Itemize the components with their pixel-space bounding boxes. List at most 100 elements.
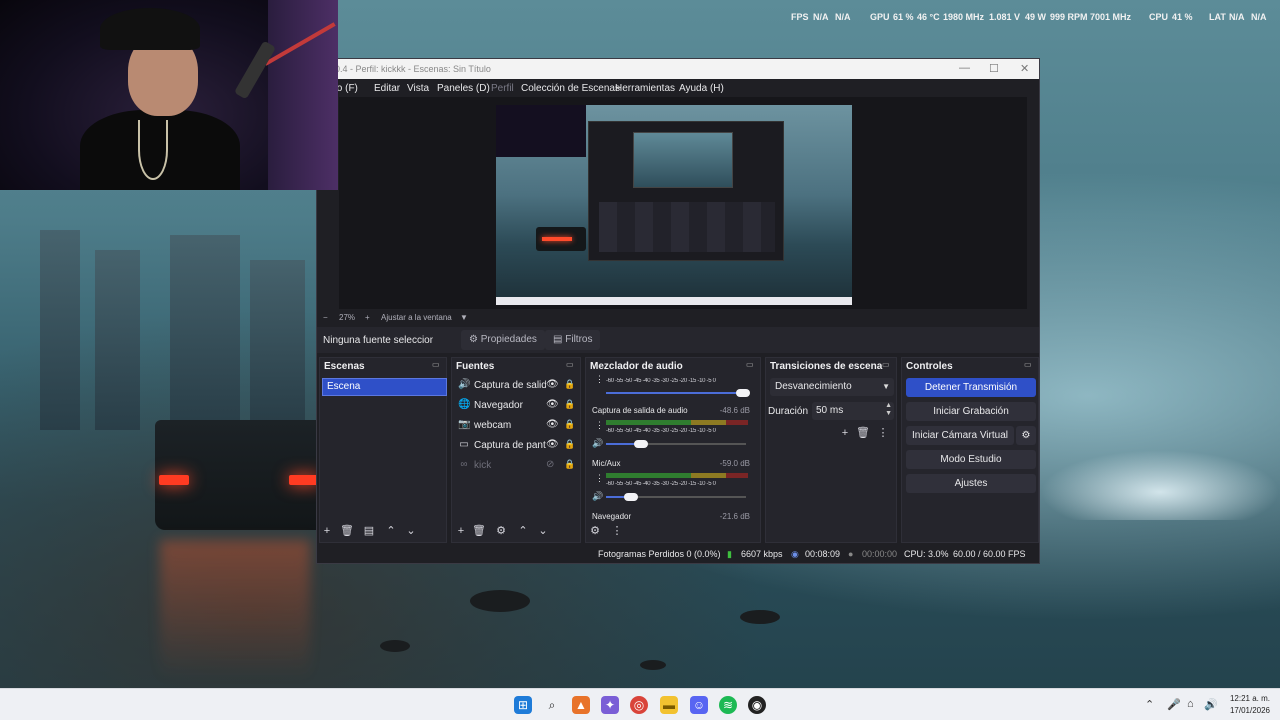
source-item[interactable]: 🌐 Navegador 👁 🔒 bbox=[456, 398, 582, 414]
kebab-icon[interactable]: ⋮ bbox=[595, 420, 604, 431]
undock-icon[interactable]: ▭ bbox=[432, 360, 442, 370]
move-down-icon[interactable]: ⌄ bbox=[536, 524, 550, 538]
duration-field[interactable]: 50 ms ▲ ▼ bbox=[812, 402, 894, 420]
start-icon[interactable]: ⊞ bbox=[514, 696, 532, 714]
search-icon[interactable]: ⌕ bbox=[543, 696, 561, 714]
chevron-up-icon[interactable]: ⌃ bbox=[1145, 698, 1154, 711]
spotify-icon[interactable]: ≋ bbox=[719, 696, 737, 714]
kebab-icon[interactable]: ⋮ bbox=[595, 473, 604, 484]
trash-icon[interactable]: 🗑 bbox=[472, 524, 486, 538]
source-item[interactable]: 📷 webcam 👁 🔒 bbox=[456, 418, 582, 434]
trash-icon[interactable]: 🗑 bbox=[340, 524, 354, 538]
speaker-icon[interactable]: 🔊 bbox=[592, 438, 603, 449]
volume-icon[interactable]: 🔊 bbox=[1204, 698, 1218, 711]
zoom-out-button[interactable]: − bbox=[323, 313, 328, 322]
undock-icon[interactable]: ▭ bbox=[1024, 360, 1034, 370]
zoom-dropdown-icon[interactable]: ▼ bbox=[460, 313, 468, 322]
background-rock bbox=[470, 590, 530, 612]
start-recording-button[interactable]: Iniciar Grabación bbox=[906, 402, 1036, 421]
properties-button[interactable]: ⚙ Propiedades bbox=[461, 330, 545, 350]
microphone-icon[interactable]: 🎤 bbox=[1167, 698, 1181, 711]
eye-icon[interactable]: 👁 bbox=[546, 439, 559, 450]
add-source-button[interactable]: + bbox=[454, 524, 468, 538]
fps-value: N/A bbox=[813, 12, 829, 22]
lock-icon[interactable]: 🔒 bbox=[564, 399, 575, 410]
close-button[interactable]: ✕ bbox=[1020, 62, 1029, 75]
studio-mode-button[interactable]: Modo Estudio bbox=[906, 450, 1036, 469]
lock-icon[interactable]: 🔒 bbox=[564, 439, 575, 450]
obs-icon[interactable]: ◉ bbox=[748, 696, 766, 714]
virtual-camera-settings-button[interactable]: ⚙ bbox=[1016, 426, 1036, 445]
menu-edit[interactable]: Editar bbox=[374, 83, 400, 94]
zoom-in-button[interactable]: + bbox=[365, 313, 370, 322]
kebab-icon[interactable]: ⋮ bbox=[595, 374, 604, 385]
cpu-percent: 41 % bbox=[1172, 12, 1193, 22]
source-item[interactable]: ∞ kick ⊘ 🔒 bbox=[456, 458, 582, 474]
folder-icon[interactable]: ▬ bbox=[660, 696, 678, 714]
transition-select[interactable]: Desvanecimiento ▼ bbox=[770, 378, 894, 396]
add-transition-button[interactable]: + bbox=[838, 426, 852, 440]
scenes-dock: Escenas ▭ Escena + 🗑 ▤ ⌃ ⌄ bbox=[319, 357, 447, 543]
volume-slider[interactable] bbox=[606, 440, 746, 448]
chrome-icon[interactable]: ◎ bbox=[630, 696, 648, 714]
menu-tools[interactable]: Herramientas bbox=[615, 83, 675, 94]
move-down-icon[interactable]: ⌄ bbox=[404, 524, 418, 538]
gpu-percent: 61 % bbox=[893, 12, 914, 22]
move-up-icon[interactable]: ⌃ bbox=[516, 524, 530, 538]
source-item[interactable]: ▭ Captura de pantalla 👁 🔒 bbox=[456, 438, 582, 454]
settings-button[interactable]: Ajustes bbox=[906, 474, 1036, 493]
cpu-label: CPU bbox=[1149, 12, 1169, 22]
spinner-icon[interactable]: ▲ ▼ bbox=[885, 402, 892, 418]
menu-view[interactable]: Vista bbox=[407, 83, 429, 94]
title-bar[interactable]: OBS 32.0.4 - Perfil: kickkk - Escenas: S… bbox=[301, 59, 1039, 79]
undock-icon[interactable]: ▭ bbox=[882, 360, 892, 370]
minimize-button[interactable]: — bbox=[959, 62, 970, 74]
preview-taskbar bbox=[496, 297, 852, 305]
source-name: Captura de salida de audio bbox=[474, 380, 546, 391]
eye-icon[interactable]: 👁 bbox=[546, 379, 559, 390]
zoom-fit-label[interactable]: Ajustar a la ventana bbox=[381, 313, 452, 322]
volume-slider[interactable] bbox=[606, 493, 746, 501]
background-building bbox=[95, 250, 140, 430]
copilot-icon[interactable]: ✦ bbox=[601, 696, 619, 714]
move-up-icon[interactable]: ⌃ bbox=[384, 524, 398, 538]
gear-icon[interactable]: ⚙ bbox=[494, 524, 508, 538]
filters-button[interactable]: ▤ Filtros bbox=[545, 330, 601, 350]
add-scene-button[interactable]: + bbox=[320, 524, 334, 538]
menu-scene-collection[interactable]: Colección de Escenas bbox=[521, 83, 620, 94]
channel-db: -48.6 dB bbox=[719, 406, 750, 415]
preview-area[interactable] bbox=[339, 97, 1027, 309]
lock-icon[interactable]: 🔒 bbox=[564, 459, 575, 470]
menu-docks[interactable]: Paneles (D) bbox=[437, 83, 490, 94]
eye-icon[interactable]: 👁 bbox=[546, 399, 559, 410]
app-icon[interactable]: ▲ bbox=[572, 696, 590, 714]
undock-icon[interactable]: ▭ bbox=[746, 360, 756, 370]
sources-title: Fuentes bbox=[456, 361, 495, 372]
network-icon[interactable]: ⌂ bbox=[1187, 698, 1194, 710]
menu-profile[interactable]: Perfil bbox=[491, 83, 514, 94]
no-source-label: Ninguna fuente seleccionada bbox=[323, 335, 433, 346]
gpu-label: GPU bbox=[870, 12, 890, 22]
menu-help[interactable]: Ayuda (H) bbox=[679, 83, 724, 94]
stop-streaming-button[interactable]: Detener Transmisión bbox=[906, 378, 1036, 397]
stream-preview[interactable] bbox=[496, 105, 852, 305]
dropped-frames: Fotogramas Perdidos 0 (0.0%) bbox=[598, 549, 721, 559]
advanced-audio-icon[interactable]: ⚙ bbox=[588, 524, 602, 538]
speaker-icon[interactable]: 🔊 bbox=[592, 491, 603, 502]
scene-item[interactable]: Escena bbox=[322, 378, 447, 396]
eye-icon[interactable]: 👁 bbox=[546, 419, 559, 430]
eye-hidden-icon[interactable]: ⊘ bbox=[546, 459, 554, 470]
source-item[interactable]: 🔊 Captura de salida de audio 👁 🔒 bbox=[456, 378, 582, 394]
undock-icon[interactable]: ▭ bbox=[566, 360, 576, 370]
trash-icon[interactable]: 🗑 bbox=[856, 426, 870, 440]
clock[interactable]: 12:21 a. m. 17/01/2026 bbox=[1230, 693, 1270, 717]
start-virtual-camera-button[interactable]: Iniciar Cámara Virtual bbox=[906, 426, 1014, 445]
volume-slider[interactable] bbox=[606, 389, 750, 397]
filter-icon[interactable]: ▤ bbox=[362, 524, 376, 538]
lock-icon[interactable]: 🔒 bbox=[564, 379, 575, 390]
maximize-button[interactable]: ☐ bbox=[989, 62, 999, 75]
discord-icon[interactable]: ☺ bbox=[690, 696, 708, 714]
lock-icon[interactable]: 🔒 bbox=[564, 419, 575, 430]
kebab-icon[interactable]: ⋮ bbox=[610, 524, 624, 538]
kebab-icon[interactable]: ⋮ bbox=[876, 426, 890, 440]
